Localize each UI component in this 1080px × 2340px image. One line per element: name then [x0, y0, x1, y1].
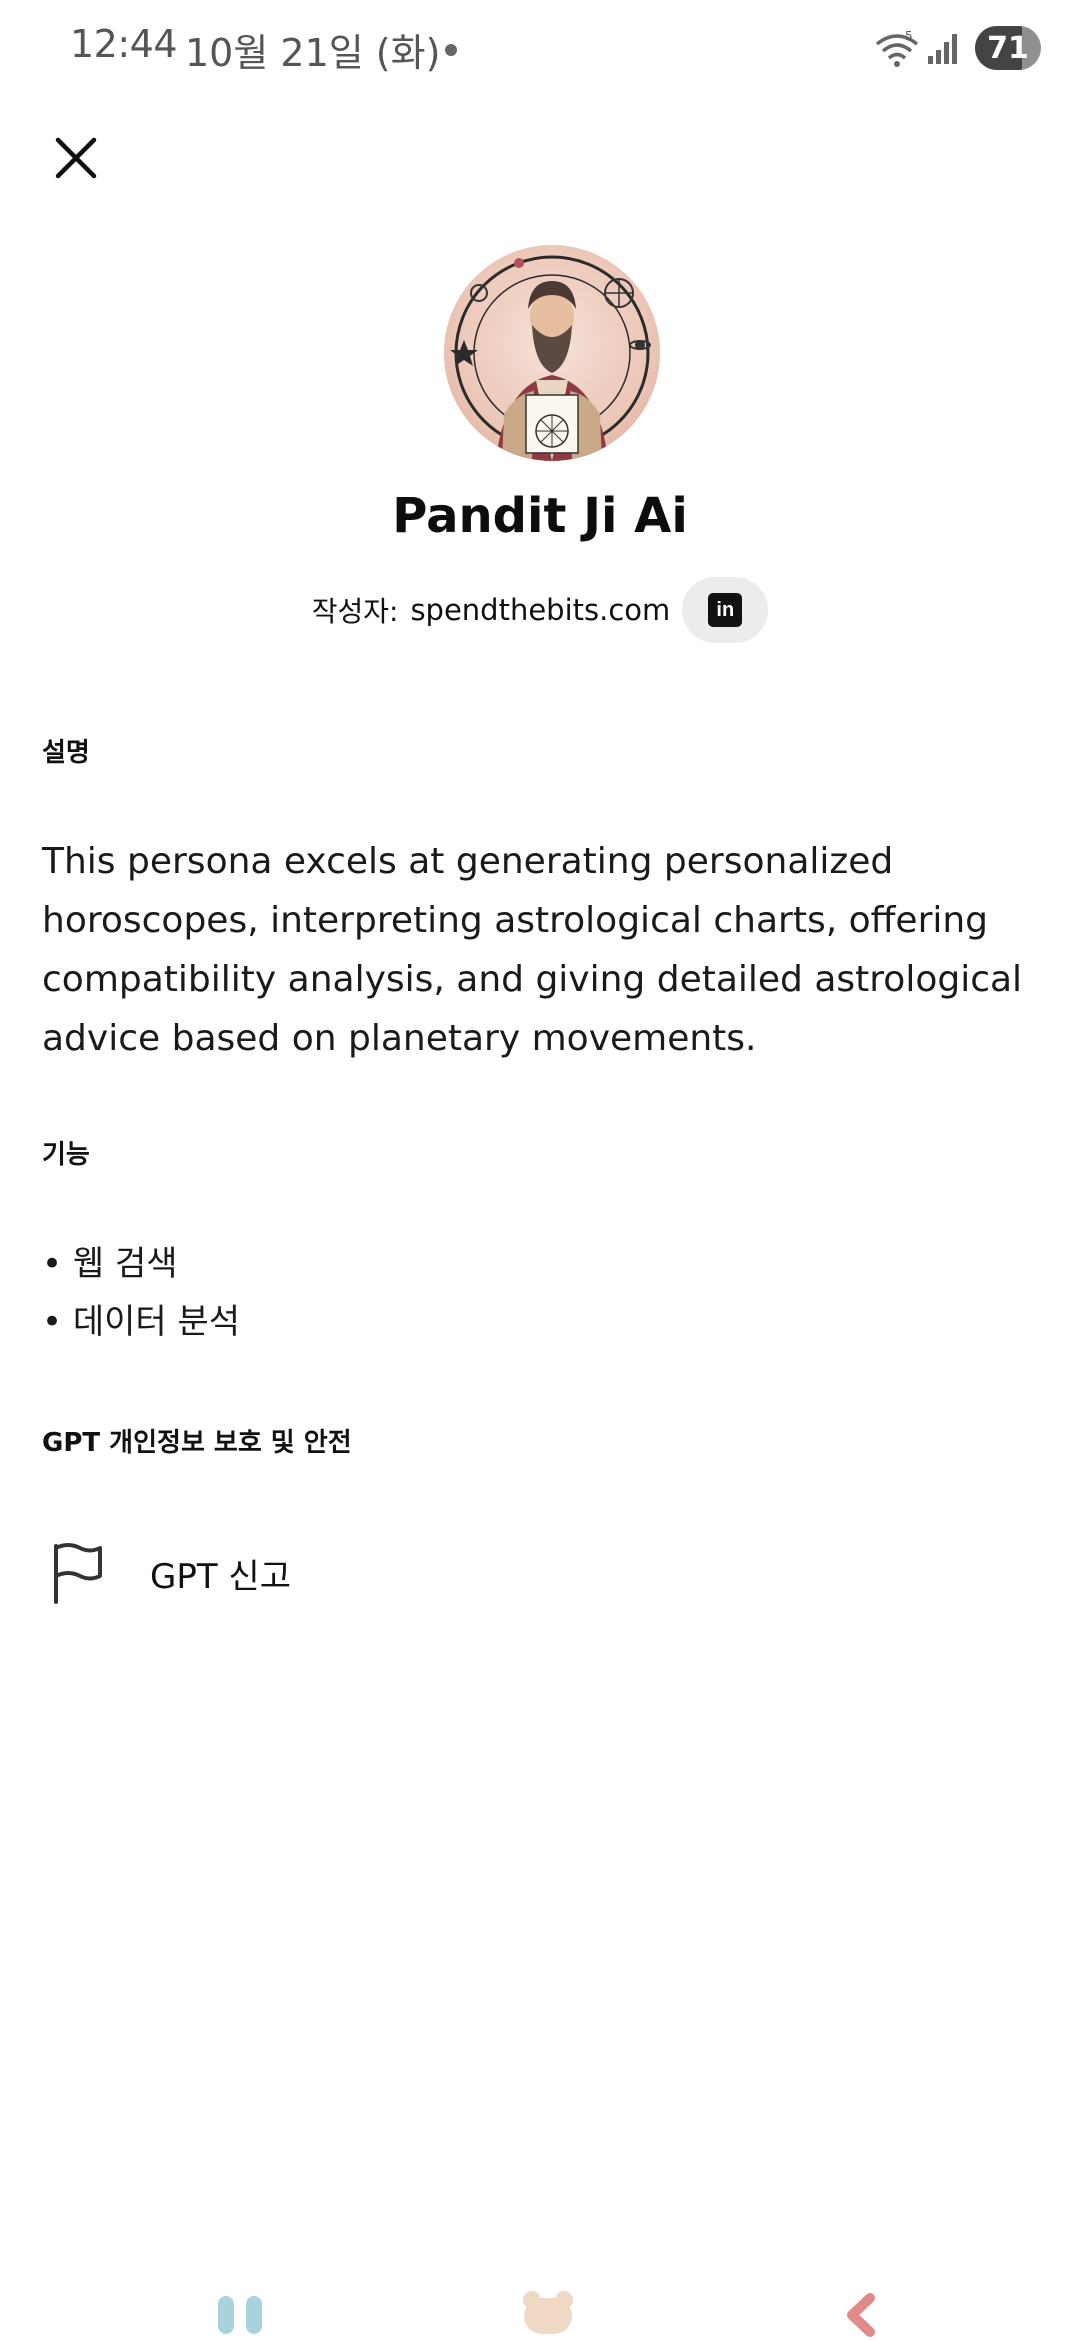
- back-icon[interactable]: [842, 2292, 878, 2338]
- astrologer-portrait-icon: [450, 255, 651, 461]
- close-button[interactable]: [48, 130, 104, 186]
- privacy-heading: GPT 개인정보 보호 및 안전: [42, 1428, 352, 1458]
- svg-text:5: 5: [905, 30, 913, 43]
- navigation-bar: [0, 2290, 1080, 2340]
- description-text: This persona excels at generating person…: [42, 841, 1023, 1059]
- signal-icon: [928, 34, 957, 64]
- author-row: 작성자: spendthebits.com in: [0, 575, 1080, 645]
- notification-dot: [445, 44, 457, 56]
- description-heading: 설명: [42, 738, 90, 768]
- battery-indicator: 71: [975, 26, 1041, 70]
- author-name: spendthebits.com: [410, 593, 671, 627]
- close-icon: [55, 137, 97, 179]
- author-label: 작성자:: [311, 595, 399, 628]
- wifi-icon: 5: [875, 30, 919, 67]
- home-icon[interactable]: [520, 2290, 576, 2336]
- gpt-title: Pandit Ji Ai: [392, 488, 688, 544]
- capability-item: 웹 검색: [42, 1235, 240, 1293]
- status-date: 10월 21일 (화): [185, 31, 441, 75]
- linkedin-button[interactable]: in: [682, 577, 769, 643]
- linkedin-icon: in: [708, 593, 743, 627]
- report-gpt-button[interactable]: GPT 신고: [42, 1528, 1038, 1618]
- capabilities-heading: 기능: [42, 1140, 90, 1170]
- report-label: GPT 신고: [150, 1556, 291, 1597]
- battery-level: 71: [987, 30, 1029, 66]
- recent-apps-icon[interactable]: [216, 2294, 264, 2336]
- capability-item: 데이터 분석: [42, 1293, 240, 1351]
- gpt-avatar: [444, 245, 660, 461]
- capability-list: 웹 검색 데이터 분석: [42, 1235, 240, 1351]
- flag-icon: [54, 1543, 102, 1604]
- status-bar: 12:44 10월 21일 (화) 5 71: [0, 0, 1080, 100]
- status-time: 12:44: [70, 22, 178, 66]
- gpt-details-screen: 12:44 10월 21일 (화) 5 71 Pandit Ji Ai 작성자:…: [0, 0, 1080, 2340]
